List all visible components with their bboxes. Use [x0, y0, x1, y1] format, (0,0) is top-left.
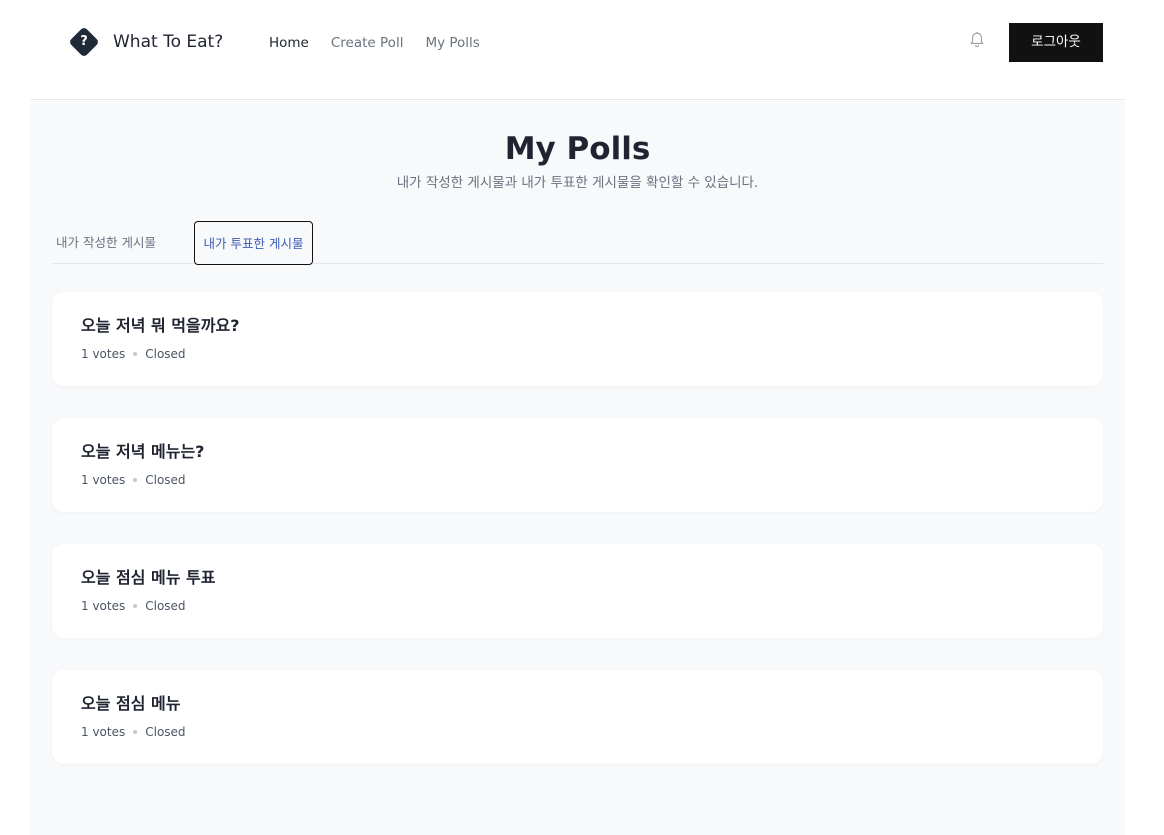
poll-title: 오늘 점심 메뉴 [81, 694, 181, 713]
tab-my-created-posts[interactable]: 내가 작성한 게시물 [56, 221, 156, 265]
app-logo[interactable]: ? What To Eat? [68, 26, 223, 58]
poll-meta: 1 votes Closed [81, 346, 186, 362]
logo-glyph: ? [80, 34, 88, 49]
nav-my-polls[interactable]: My Polls [425, 33, 479, 53]
logout-button[interactable]: 로그아웃 [1009, 23, 1103, 62]
poll-card[interactable]: 오늘 점심 메뉴 1 votes Closed [52, 670, 1103, 764]
poll-vote-count: 1 votes [81, 347, 126, 361]
poll-title: 오늘 저녁 메뉴는? [81, 442, 205, 461]
question-mark-logo-icon: ? [68, 26, 100, 58]
poll-status: Closed [145, 347, 186, 361]
page-subtitle: 내가 작성한 게시물과 내가 투표한 게시물을 확인할 수 있습니다. [396, 175, 759, 191]
separator-dot [133, 478, 138, 482]
poll-title: 오늘 점심 메뉴 투표 [81, 568, 216, 587]
page-title: My Polls [504, 131, 651, 167]
separator-dot [133, 730, 138, 734]
poll-status: Closed [145, 599, 186, 613]
app-name: What To Eat? [113, 32, 224, 52]
poll-meta: 1 votes Closed [81, 724, 186, 740]
poll-card[interactable]: 오늘 저녁 뭐 먹을까요? 1 votes Closed [52, 292, 1103, 386]
poll-meta: 1 votes Closed [81, 598, 186, 614]
main-nav: Home Create Poll My Polls [269, 33, 502, 53]
top-header: ? What To Eat? Home Create Poll My Polls… [30, 0, 1125, 100]
poll-tabs: 내가 작성한 게시물 내가 투표한 게시물 [52, 221, 1103, 265]
poll-meta: 1 votes Closed [81, 472, 186, 488]
bell-icon[interactable] [967, 30, 987, 50]
poll-vote-count: 1 votes [81, 725, 126, 739]
nav-home[interactable]: Home [269, 33, 309, 53]
nav-create-poll[interactable]: Create Poll [331, 33, 404, 53]
poll-card[interactable]: 오늘 점심 메뉴 투표 1 votes Closed [52, 544, 1103, 638]
poll-card[interactable]: 오늘 저녁 메뉴는? 1 votes Closed [52, 418, 1103, 512]
poll-status: Closed [145, 473, 186, 487]
poll-title: 오늘 저녁 뭐 먹을까요? [81, 316, 240, 335]
tab-my-voted-posts[interactable]: 내가 투표한 게시물 [194, 221, 313, 265]
poll-vote-count: 1 votes [81, 473, 126, 487]
separator-dot [133, 604, 138, 608]
poll-vote-count: 1 votes [81, 599, 126, 613]
poll-status: Closed [145, 725, 186, 739]
separator-dot [133, 352, 138, 356]
main-content: My Polls 내가 작성한 게시물과 내가 투표한 게시물을 확인할 수 있… [30, 101, 1125, 835]
